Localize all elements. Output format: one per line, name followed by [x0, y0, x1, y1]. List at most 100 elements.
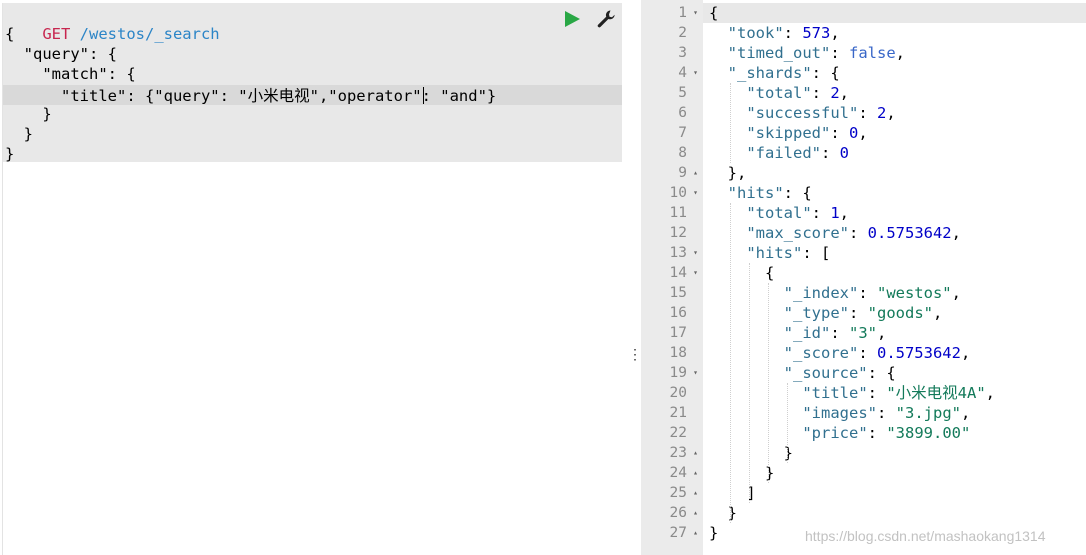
line-number-row: 6 — [641, 103, 703, 123]
line-number-row: 3 — [641, 43, 703, 63]
request-line-1[interactable]: GET /westos/_search — [5, 4, 219, 43]
response-line[interactable]: { — [709, 3, 718, 23]
response-line[interactable]: } — [709, 443, 793, 463]
json-token: : — [848, 224, 868, 242]
watermark: https://blog.csdn.net/mashaokang1314 — [805, 528, 1046, 544]
line-number: 5 — [678, 85, 687, 101]
request-editor[interactable]: GET /westos/_search { "query": { "match"… — [0, 0, 622, 555]
request-line-3[interactable]: "query": { — [5, 44, 117, 64]
indent-guide — [730, 203, 731, 523]
request-line-8[interactable]: } — [5, 144, 14, 164]
fold-toggle-icon[interactable]: ▴ — [693, 163, 698, 183]
json-token: false — [849, 44, 896, 62]
response-line[interactable]: }, — [709, 163, 747, 183]
json-token: : — [848, 304, 868, 322]
response-line[interactable]: "_type": "goods", — [709, 303, 943, 323]
request-actions — [562, 8, 616, 30]
json-token: , — [951, 284, 961, 302]
json-token: "max_score" — [746, 224, 849, 242]
request-line-5[interactable]: "title": {"query": "小米电视","operator": "a… — [5, 86, 496, 106]
response-line[interactable]: "_shards": { — [709, 63, 840, 83]
play-icon[interactable] — [562, 9, 582, 29]
response-line[interactable]: "max_score": 0.5753642, — [709, 223, 961, 243]
json-token: "goods" — [867, 304, 933, 322]
indent-guide — [730, 83, 731, 163]
response-line[interactable]: "took": 573, — [709, 23, 840, 43]
response-line[interactable]: "hits": { — [709, 183, 812, 203]
json-token: , — [877, 324, 887, 342]
fold-toggle-icon[interactable]: ▴ — [693, 443, 698, 463]
json-token: 0 — [839, 144, 849, 162]
json-token: } — [709, 504, 737, 522]
fold-toggle-icon[interactable]: ▾ — [693, 363, 698, 383]
fold-toggle-icon[interactable]: ▴ — [693, 463, 698, 483]
json-token: : [ — [802, 244, 831, 262]
line-number: 22 — [669, 425, 687, 441]
json-token: : — [867, 384, 887, 402]
response-line[interactable]: } — [709, 523, 718, 543]
fold-toggle-icon[interactable]: ▴ — [693, 523, 698, 543]
line-number: 4 — [678, 65, 687, 81]
request-line-6[interactable]: } — [5, 104, 51, 124]
json-token: } — [709, 524, 719, 542]
fold-toggle-icon[interactable]: ▴ — [693, 483, 698, 503]
json-token: "skipped" — [746, 124, 831, 142]
json-token: : — [876, 404, 896, 422]
request-line-2[interactable]: { — [5, 24, 14, 44]
request-line-5-after-cursor: : "and"} — [421, 87, 497, 105]
response-line[interactable]: "skipped": 0, — [709, 123, 867, 143]
fold-toggle-icon[interactable]: ▾ — [693, 63, 698, 83]
json-token: , — [932, 304, 943, 322]
line-number-row: 5 — [641, 83, 703, 103]
fold-toggle-icon[interactable]: ▴ — [693, 503, 698, 523]
json-token: : — [830, 44, 849, 62]
json-token: : { — [783, 184, 812, 202]
json-token: 2 — [876, 104, 887, 122]
json-token: } — [709, 464, 775, 482]
response-line[interactable]: "hits": [ — [709, 243, 830, 263]
json-token: , — [895, 44, 906, 62]
request-path: /westos/_search — [70, 25, 220, 43]
json-token: "total" — [746, 84, 812, 102]
fold-toggle-icon[interactable]: ▾ — [693, 243, 698, 263]
response-line[interactable]: "_source": { — [709, 363, 896, 383]
line-number-row: 1 ▾ — [641, 3, 703, 23]
line-number-row: 10 ▾ — [641, 183, 703, 203]
line-number-row: 4 ▾ — [641, 63, 703, 83]
fold-toggle-icon[interactable]: ▾ — [693, 263, 698, 283]
response-line[interactable]: } — [709, 463, 774, 483]
request-method: GET — [42, 25, 71, 43]
response-viewer[interactable]: 1 ▾ 2 3 4 ▾ 5 6 7 8 9 ▴ 10 ▾ 11 12 13 ▾ 14 ▾ 15 16 17 18 19 ▾ 20 21… — [641, 0, 1086, 555]
json-token: "successful" — [746, 104, 859, 122]
fold-toggle-icon[interactable]: ▾ — [693, 3, 698, 23]
json-token: 2 — [830, 84, 840, 102]
response-active-line — [703, 3, 1086, 23]
wrench-icon[interactable] — [596, 9, 616, 29]
json-token: 0 — [849, 124, 859, 142]
response-line[interactable]: "_index": "westos", — [709, 283, 961, 303]
response-line[interactable]: "_id": "3", — [709, 323, 887, 343]
request-line-4[interactable]: "match": { — [5, 64, 135, 84]
json-token: "price" — [802, 424, 868, 442]
request-line-7[interactable]: } — [5, 124, 33, 144]
json-token: , — [951, 224, 961, 242]
json-token: 573 — [802, 24, 831, 42]
drag-handle-icon[interactable]: ⋮ — [628, 348, 642, 372]
response-line[interactable]: { — [709, 263, 774, 283]
response-line[interactable]: "timed_out": false, — [709, 43, 905, 63]
pane-splitter[interactable]: ⋮ — [622, 0, 642, 555]
fold-toggle-icon[interactable]: ▾ — [693, 183, 698, 203]
indent-guide — [749, 263, 750, 503]
line-number-row: 9 ▴ — [641, 163, 703, 183]
json-token: : — [811, 204, 831, 222]
response-line[interactable]: "title": "小米电视4A", — [709, 383, 995, 403]
line-number: 26 — [669, 505, 687, 521]
response-line[interactable]: } — [709, 503, 737, 523]
response-line[interactable]: "successful": 2, — [709, 103, 896, 123]
json-token: , — [886, 104, 896, 122]
